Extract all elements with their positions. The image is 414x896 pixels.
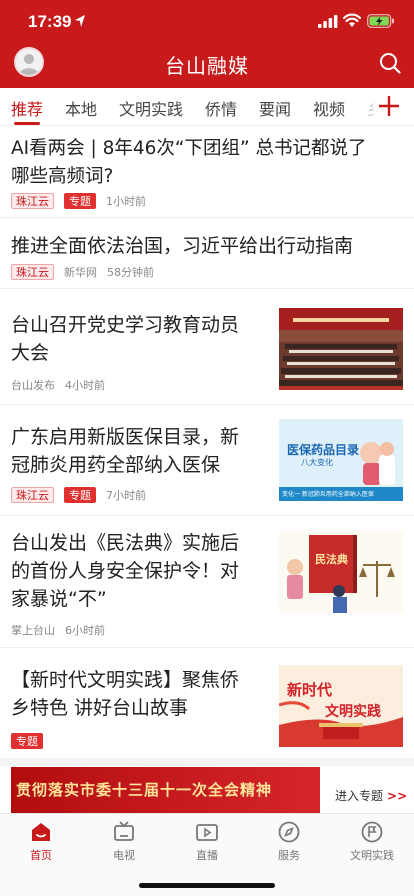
publish-time: 1小时前	[106, 195, 146, 208]
tab-overseas-chinese[interactable]: 侨情	[205, 96, 237, 120]
special-topic-banner[interactable]: 贯彻落实市委十三届十一次全会精神	[11, 767, 320, 813]
news-source: 台山发布	[11, 379, 55, 392]
poster-subheading: 八大变化	[301, 458, 333, 467]
news-meta: 掌上台山 6小时前	[11, 622, 105, 638]
news-meta: 珠江云 新华网 58分钟前	[11, 264, 154, 280]
tab-civilization-practice[interactable]: 文明实践	[119, 96, 183, 120]
news-title[interactable]: 广东启用新版医保目录，新 冠肺炎用药全部纳入医保	[11, 423, 269, 479]
publish-time: 4小时前	[65, 379, 105, 392]
news-meta: 珠江云 专题 1小时前	[11, 193, 146, 209]
section-divider	[0, 758, 414, 766]
nav-home[interactable]: 首页	[11, 820, 71, 863]
double-chevron-icon: >>	[387, 789, 408, 803]
battery-charging-icon	[367, 14, 394, 28]
news-title[interactable]: 推进全面依法治国，习近平给出行动指南	[11, 232, 406, 260]
live-icon	[196, 824, 218, 841]
source-tag: 珠江云	[11, 264, 54, 280]
news-thumbnail-civil-code[interactable]: 民法典	[279, 531, 403, 613]
publish-time: 6小时前	[65, 624, 105, 637]
special-topic-badge: 专题	[64, 193, 96, 209]
news-meta: 珠江云 专题 7小时前	[11, 487, 146, 503]
special-topic-badge: 专题	[64, 487, 96, 503]
news-item[interactable]: 台山召开党史学习教育动员 大会 台山发布 4小时前	[0, 289, 414, 405]
cellular-signal-icon	[318, 15, 338, 28]
home-indicator[interactable]	[139, 883, 275, 888]
app-title: 台山融媒	[165, 54, 249, 78]
tab-headlines[interactable]: 要闻	[259, 96, 291, 120]
publish-time: 58分钟前	[107, 266, 154, 279]
tab-video[interactable]: 视频	[313, 96, 345, 120]
news-source: 掌上台山	[11, 624, 55, 637]
source-tag: 珠江云	[11, 193, 54, 209]
news-meta: 专题	[11, 733, 53, 749]
news-thumbnail-medical[interactable]: 医保药品目录 八大变化 变化一 新冠肺炎用药全部纳入医保	[279, 419, 403, 501]
meeting-photo-image	[279, 308, 403, 390]
nav-live[interactable]: 直播	[177, 820, 237, 863]
news-title[interactable]: 台山发出《民法典》实施后 的首份人身安全保护令！对 家暴说“不”	[11, 529, 269, 613]
news-thumbnail-meeting[interactable]	[279, 308, 403, 390]
home-icon	[32, 823, 50, 841]
news-title[interactable]: 台山召开党史学习教育动员 大会	[11, 311, 269, 367]
news-item[interactable]: 广东启用新版医保目录，新 冠肺炎用药全部纳入医保 珠江云 专题 7小时前 医保药…	[0, 405, 414, 516]
status-bar: 17:39	[0, 0, 414, 44]
add-channel-icon[interactable]	[378, 95, 400, 117]
nav-civilization-practice[interactable]: 文明实践	[342, 820, 402, 863]
tv-icon	[114, 821, 134, 841]
status-time: 17:39	[28, 12, 72, 31]
nav-services[interactable]: 服务	[259, 820, 319, 863]
book-title: 民法典	[315, 553, 348, 566]
banner-title: 贯彻落实市委十三届十一次全会精神	[16, 781, 273, 799]
nav-tv[interactable]: 电视	[94, 820, 154, 863]
special-topic-badge: 专题	[11, 733, 43, 749]
news-item[interactable]: 【新时代文明实践】聚焦侨 乡特色 讲好台山故事 专题 新时代 文明实践	[0, 648, 414, 758]
news-item[interactable]: AI看两会 | 8年46次“下团组” 总书记都说了 哪些高频词? 珠江云 专题 …	[0, 127, 414, 218]
location-arrow-icon	[75, 15, 85, 27]
poster-heading: 医保药品目录	[287, 443, 360, 457]
wifi-icon	[343, 13, 361, 27]
poster-line2: 文明实践	[325, 704, 381, 720]
publish-time: 7小时前	[106, 489, 146, 502]
search-icon[interactable]	[378, 51, 402, 75]
compass-icon	[278, 821, 300, 843]
news-item[interactable]: 台山发出《民法典》实施后 的首份人身安全保护令！对 家暴说“不” 掌上台山 6小…	[0, 516, 414, 648]
source-tag: 珠江云	[11, 487, 54, 503]
news-meta: 台山发布 4小时前	[11, 377, 105, 393]
news-thumbnail-civilization[interactable]: 新时代 文明实践	[279, 665, 403, 747]
tab-recommend[interactable]: 推荐	[11, 96, 43, 120]
poster-footer: 变化一 新冠肺炎用药全部纳入医保	[282, 491, 374, 498]
civil-code-illustration-image	[279, 531, 403, 613]
app-header: 17:39 台山融媒	[0, 0, 414, 88]
active-tab-indicator	[14, 122, 40, 125]
enter-topic-link[interactable]: 进入专题 >>	[335, 787, 407, 804]
news-title[interactable]: AI看两会 | 8年46次“下团组” 总书记都说了 哪些高频词?	[11, 135, 406, 191]
poster-line1: 新时代	[287, 681, 333, 699]
flag-circle-icon	[361, 821, 383, 843]
news-title[interactable]: 【新时代文明实践】聚焦侨 乡特色 讲好台山故事	[11, 666, 269, 722]
tab-local[interactable]: 本地	[65, 96, 97, 120]
channel-tabs: 推荐 本地 文明实践 侨情 要闻 视频 乡	[0, 88, 414, 126]
news-item[interactable]: 推进全面依法治国，习近平给出行动指南 珠江云 新华网 58分钟前	[0, 218, 414, 289]
news-source: 新华网	[64, 266, 97, 279]
